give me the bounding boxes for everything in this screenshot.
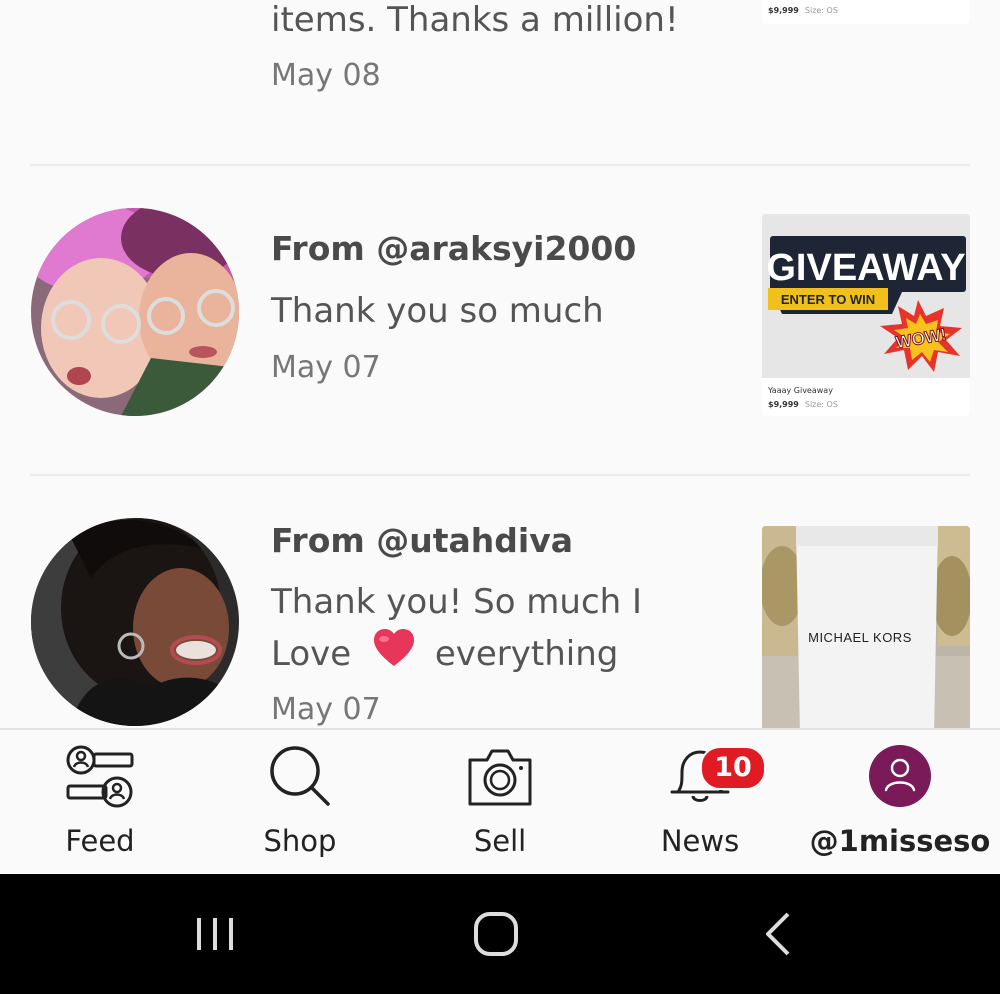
- giveaway-ribbon: ENTER TO WIN: [781, 292, 875, 307]
- search-icon: [268, 744, 332, 812]
- listing-thumbnail[interactable]: GIVEAWAY ENTER TO WIN WOW! Yaaay Giveawa…: [762, 214, 970, 416]
- avatar[interactable]: [31, 518, 239, 726]
- giveaway-headline: GIVEAWAY: [766, 247, 965, 289]
- profile-icon: [868, 744, 932, 812]
- brand-label: MICHAEL KORS: [808, 630, 912, 645]
- divider: [30, 164, 970, 166]
- home-icon[interactable]: [466, 904, 526, 964]
- avatar[interactable]: [31, 208, 239, 416]
- back-icon[interactable]: [748, 904, 808, 964]
- notification-message: Thank you! So much I: [271, 582, 643, 622]
- notification-date: May 08: [271, 58, 381, 93]
- listing-title: Yaaay Giveaway: [768, 386, 833, 395]
- heart-icon: [372, 628, 416, 683]
- listing-size: Size: OS: [804, 6, 838, 15]
- notification-message: Thank you so much: [271, 291, 604, 331]
- notification-date: May 07: [271, 692, 381, 727]
- tab-label: News: [660, 824, 740, 858]
- bottom-tab-bar: Feed Shop Sell News 10 @1misseso: [0, 728, 1000, 876]
- tab-news[interactable]: News: [600, 730, 800, 876]
- camera-icon: [467, 744, 533, 812]
- sender-handle[interactable]: From @utahdiva: [271, 521, 573, 560]
- tab-profile[interactable]: @1misseso: [800, 730, 1000, 876]
- tab-label: @1misseso: [809, 824, 991, 858]
- notification-message: Love: [271, 634, 352, 674]
- listing-price: $9,999: [768, 400, 799, 409]
- tab-label: Sell: [473, 824, 527, 858]
- listing-price: $9,999: [768, 6, 799, 15]
- divider: [30, 474, 970, 476]
- tab-sell[interactable]: Sell: [400, 730, 600, 876]
- tab-label: Feed: [65, 824, 135, 858]
- notification-count-badge: 10: [700, 746, 766, 790]
- sender-handle[interactable]: From @araksyi2000: [271, 229, 636, 268]
- listing-size: Size: OS: [804, 400, 838, 409]
- listing-thumbnail[interactable]: $9,999 Size: OS: [762, 0, 970, 24]
- feed-icon: [65, 744, 135, 816]
- listing-thumbnail[interactable]: MICHAEL KORS: [762, 526, 970, 728]
- notification-list: items. Thanks a million! May 08 $9,999 Si…: [0, 0, 1000, 728]
- notification-date: May 07: [271, 350, 381, 385]
- system-nav-bar: [0, 874, 1000, 994]
- recent-apps-icon[interactable]: [185, 904, 245, 964]
- tab-feed[interactable]: Feed: [0, 730, 200, 876]
- tab-label: Shop: [263, 824, 337, 858]
- notification-message: items. Thanks a million!: [271, 0, 679, 40]
- tab-shop[interactable]: Shop: [200, 730, 400, 876]
- notification-message: everything: [434, 634, 619, 674]
